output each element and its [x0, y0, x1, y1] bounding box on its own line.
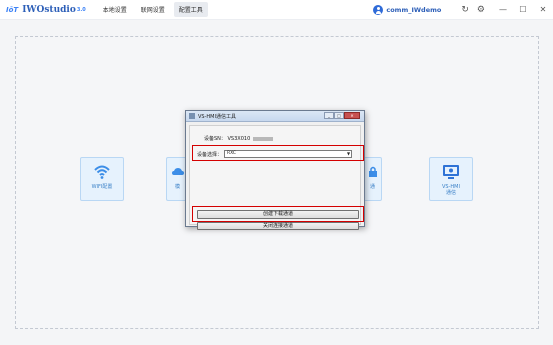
tab-network-settings[interactable]: 联网设置 — [136, 2, 170, 17]
dialog-maximize-button[interactable]: □ — [334, 112, 344, 119]
tool-card-label: WIFI配置 — [91, 184, 113, 190]
tool-card-label: 通 — [369, 184, 375, 190]
chevron-down-icon: ▼ — [346, 151, 351, 156]
dialog-app-icon — [189, 113, 195, 119]
device-select-dropdown[interactable]: RXC ▼ — [224, 150, 353, 158]
dialog-title: VS-HMI通信工具 — [198, 113, 236, 120]
monitor-icon — [442, 163, 460, 181]
username: comm_IWdemo — [386, 6, 442, 14]
device-sn-value: VS3X010 — [227, 136, 251, 142]
tab-local-settings[interactable]: 本地设置 — [98, 2, 132, 17]
main-nav: 本地设置 联网设置 配置工具 — [98, 2, 212, 17]
cloud-icon — [169, 163, 187, 181]
device-sn-row: 设备SN： VS3X010 — [204, 135, 273, 142]
tool-card-comm[interactable]: 通 — [364, 157, 382, 201]
dialog-close-button[interactable]: ✕ — [344, 112, 360, 119]
dialog-titlebar[interactable]: VS-HMI通信工具 _ □ ✕ — [186, 111, 364, 122]
redacted-sn — [252, 136, 273, 141]
refresh-icon[interactable]: ↻ — [461, 0, 469, 20]
window-controls-area: comm_IWdemo ↻ ⚙ — ☐ ✕ — [373, 0, 553, 20]
vs-hmi-dialog: VS-HMI通信工具 _ □ ✕ 设备SN： VS3X010 设备选择： RXC… — [185, 110, 365, 230]
dialog-minimize-button[interactable]: _ — [324, 112, 334, 119]
create-download-channel-button[interactable]: 创建下载通道 — [197, 210, 359, 219]
device-select-value: RXC — [227, 151, 237, 156]
device-select-row: 设备选择： RXC ▼ — [197, 150, 353, 158]
app-logo: IōT IWOstudio 3.0 — [6, 5, 86, 15]
tool-card-label: VS-HMI 通信 — [442, 184, 460, 196]
lock-icon — [364, 163, 382, 181]
user-menu[interactable]: comm_IWdemo — [373, 5, 441, 15]
maximize-button[interactable]: ☐ — [513, 0, 533, 20]
tool-card-wifi[interactable]: WIFI配置 — [80, 157, 124, 201]
tool-card-label: 模 — [174, 184, 180, 190]
tab-config-tools[interactable]: 配置工具 — [173, 2, 208, 17]
app-name: IWOstudio — [22, 4, 76, 15]
close-button[interactable]: ✕ — [533, 0, 553, 20]
gear-icon[interactable]: ⚙ — [477, 0, 485, 20]
app-version: 3.0 — [76, 6, 86, 13]
wifi-icon — [93, 163, 111, 181]
minimize-button[interactable]: — — [493, 0, 513, 20]
iot-logo-mark: IōT — [6, 5, 19, 14]
top-bar: IōT IWOstudio 3.0 本地设置 联网设置 配置工具 comm_IW… — [0, 0, 553, 20]
device-sn-label: 设备SN： — [204, 136, 226, 142]
dialog-body: 设备SN： VS3X010 设备选择： RXC ▼ 创建下载通道 关闭连接通道 — [189, 125, 364, 230]
close-connection-channel-button[interactable]: 关闭连接通道 — [197, 222, 359, 230]
device-select-label: 设备选择： — [197, 151, 223, 158]
dialog-controls: _ □ ✕ — [324, 112, 360, 119]
avatar — [373, 5, 384, 15]
tool-card-vs-hmi[interactable]: VS-HMI 通信 — [429, 157, 473, 201]
